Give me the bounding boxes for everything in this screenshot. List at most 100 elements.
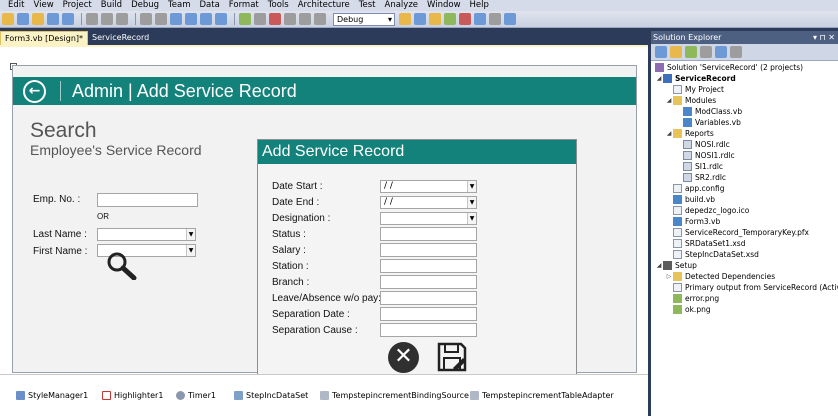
refresh-icon[interactable]	[685, 46, 697, 58]
chevron-down-icon[interactable]: ▼	[467, 213, 476, 224]
properties-icon[interactable]	[655, 46, 667, 58]
collapse-icon[interactable]: ◢	[665, 97, 673, 104]
find-in-files-icon[interactable]	[399, 13, 411, 25]
designation-dropdown[interactable]: ▼	[466, 212, 477, 225]
tray-tableadapter[interactable]: TempstepincrementTableAdapter	[470, 391, 614, 400]
tree-node-file[interactable]: ServiceRecord_TemporaryKey.pfx	[673, 227, 809, 238]
chevron-down-icon[interactable]: ▼	[467, 197, 476, 208]
designation-combobox[interactable]	[380, 212, 477, 225]
solution-configuration-dropdown[interactable]: Debug	[333, 12, 395, 26]
tray-highlighter[interactable]: Highlighter1	[102, 391, 163, 400]
save-all-icon[interactable]	[62, 13, 74, 25]
date-end-dropdown[interactable]: ▼	[466, 196, 477, 209]
class-diagram-icon[interactable]	[730, 46, 742, 58]
menu-build[interactable]: Build	[101, 0, 122, 11]
tree-node-file[interactable]: build.vb	[673, 194, 715, 205]
menu-view[interactable]: View	[33, 0, 53, 11]
extension-manager-icon[interactable]	[489, 13, 501, 25]
leave-absence-input[interactable]	[380, 291, 477, 305]
tab-servicerecord[interactable]: ServiceRecord	[88, 31, 153, 45]
tree-node-project[interactable]: ◢ ServiceRecord	[655, 73, 736, 84]
tree-node-setup[interactable]: ◢ Setup	[655, 260, 697, 271]
view-code-icon[interactable]	[700, 46, 712, 58]
status-input[interactable]	[380, 227, 477, 241]
date-start-dropdown[interactable]: ▼	[466, 180, 477, 193]
date-end-picker[interactable]: / /	[380, 196, 477, 209]
branch-input[interactable]	[380, 275, 477, 289]
tree-node-report[interactable]: NOSI.rdlc	[683, 139, 730, 150]
view-designer-icon[interactable]	[715, 46, 727, 58]
tree-node-report[interactable]: SR2.rdlc	[683, 172, 726, 183]
menu-project[interactable]: Project	[63, 0, 92, 11]
cut-icon[interactable]	[86, 13, 98, 25]
tree-node-image[interactable]: error.png	[673, 293, 719, 304]
menu-window[interactable]: Window	[427, 0, 461, 11]
undo-icon[interactable]	[170, 13, 182, 25]
tree-node-modules[interactable]: ◢ Modules	[665, 95, 716, 106]
pause-icon[interactable]	[254, 13, 266, 25]
paste-icon[interactable]	[116, 13, 128, 25]
start-debugging-icon[interactable]	[239, 13, 251, 25]
tree-node-variables[interactable]: Variables.vb	[683, 117, 741, 128]
tree-node-file[interactable]: depedzc_logo.ico	[673, 205, 749, 216]
open-file-icon[interactable]	[17, 13, 29, 25]
expand-icon[interactable]: ▷	[665, 273, 673, 280]
menu-data[interactable]: Data	[200, 0, 220, 11]
menu-help[interactable]: Help	[470, 0, 489, 11]
start-page-icon[interactable]	[474, 13, 486, 25]
tray-bindingsource[interactable]: TempstepincrementBindingSource	[320, 391, 469, 400]
separation-date-input[interactable]	[380, 307, 477, 321]
tree-node-modclass[interactable]: ModClass.vb	[683, 106, 742, 117]
properties-icon[interactable]	[429, 13, 441, 25]
save-floppy-icon[interactable]	[436, 341, 468, 373]
tree-node-dependencies[interactable]: ▷ Detected Dependencies	[665, 271, 775, 282]
last-name-combobox[interactable]: ▼	[97, 228, 196, 241]
save-icon[interactable]	[47, 13, 59, 25]
uncomment-icon[interactable]	[155, 13, 167, 25]
date-start-picker[interactable]: / /	[380, 180, 477, 193]
step-into-icon[interactable]	[284, 13, 296, 25]
tree-node-file[interactable]: Form3.vb	[673, 216, 720, 227]
emp-no-input[interactable]	[97, 193, 198, 207]
tree-node-file[interactable]: SRDataSet1.xsd	[673, 238, 745, 249]
tab-form3-design[interactable]: Form3.vb [Design]*	[0, 31, 89, 45]
navigate-forward-icon[interactable]	[215, 13, 227, 25]
menu-tools[interactable]: Tools	[268, 0, 289, 11]
tray-stylemanager[interactable]: StyleManager1	[16, 391, 88, 400]
panel-controls-icon[interactable]: ▾ ⊓ ✕	[813, 31, 835, 44]
menu-edit[interactable]: Edit	[8, 0, 24, 11]
collapse-icon[interactable]: ◢	[665, 130, 673, 137]
redo-icon[interactable]	[185, 13, 197, 25]
stop-icon[interactable]	[269, 13, 281, 25]
chevron-down-icon[interactable]: ▼	[186, 229, 195, 240]
comment-icon[interactable]	[140, 13, 152, 25]
solution-explorer-icon[interactable]	[414, 13, 426, 25]
add-item-icon[interactable]	[32, 13, 44, 25]
station-input[interactable]	[380, 259, 477, 273]
step-out-icon[interactable]	[314, 13, 326, 25]
menu-format[interactable]: Format	[229, 0, 259, 11]
tree-node-image[interactable]: ok.png	[673, 304, 711, 315]
show-all-files-icon[interactable]	[670, 46, 682, 58]
copy-icon[interactable]	[101, 13, 113, 25]
menu-team[interactable]: Team	[168, 0, 190, 11]
object-browser-icon[interactable]	[444, 13, 456, 25]
tray-timer[interactable]: Timer1	[176, 391, 216, 400]
salary-input[interactable]	[380, 243, 477, 257]
tree-node-report[interactable]: NOSI1.rdlc	[683, 150, 735, 161]
tree-node-file[interactable]: StepIncDataSet.xsd	[673, 249, 759, 260]
menu-test[interactable]: Test	[359, 0, 376, 11]
cancel-x-icon[interactable]: ✕	[388, 342, 419, 373]
command-window-icon[interactable]	[504, 13, 516, 25]
navigate-back-icon[interactable]	[200, 13, 212, 25]
separation-cause-input[interactable]	[380, 323, 477, 337]
tray-stepincdataset[interactable]: StepIncDataSet	[234, 391, 308, 400]
tree-node-reports[interactable]: ◢ Reports	[665, 128, 714, 139]
chevron-down-icon[interactable]: ▼	[467, 181, 476, 192]
menu-architecture[interactable]: Architecture	[298, 0, 350, 11]
back-arrow-icon[interactable]: ←	[23, 79, 46, 103]
new-project-icon[interactable]	[2, 13, 14, 25]
chevron-down-icon[interactable]: ▼	[186, 245, 195, 256]
collapse-icon[interactable]: ◢	[655, 75, 663, 82]
tree-node-solution[interactable]: Solution 'ServiceRecord' (2 projects)	[655, 62, 803, 73]
